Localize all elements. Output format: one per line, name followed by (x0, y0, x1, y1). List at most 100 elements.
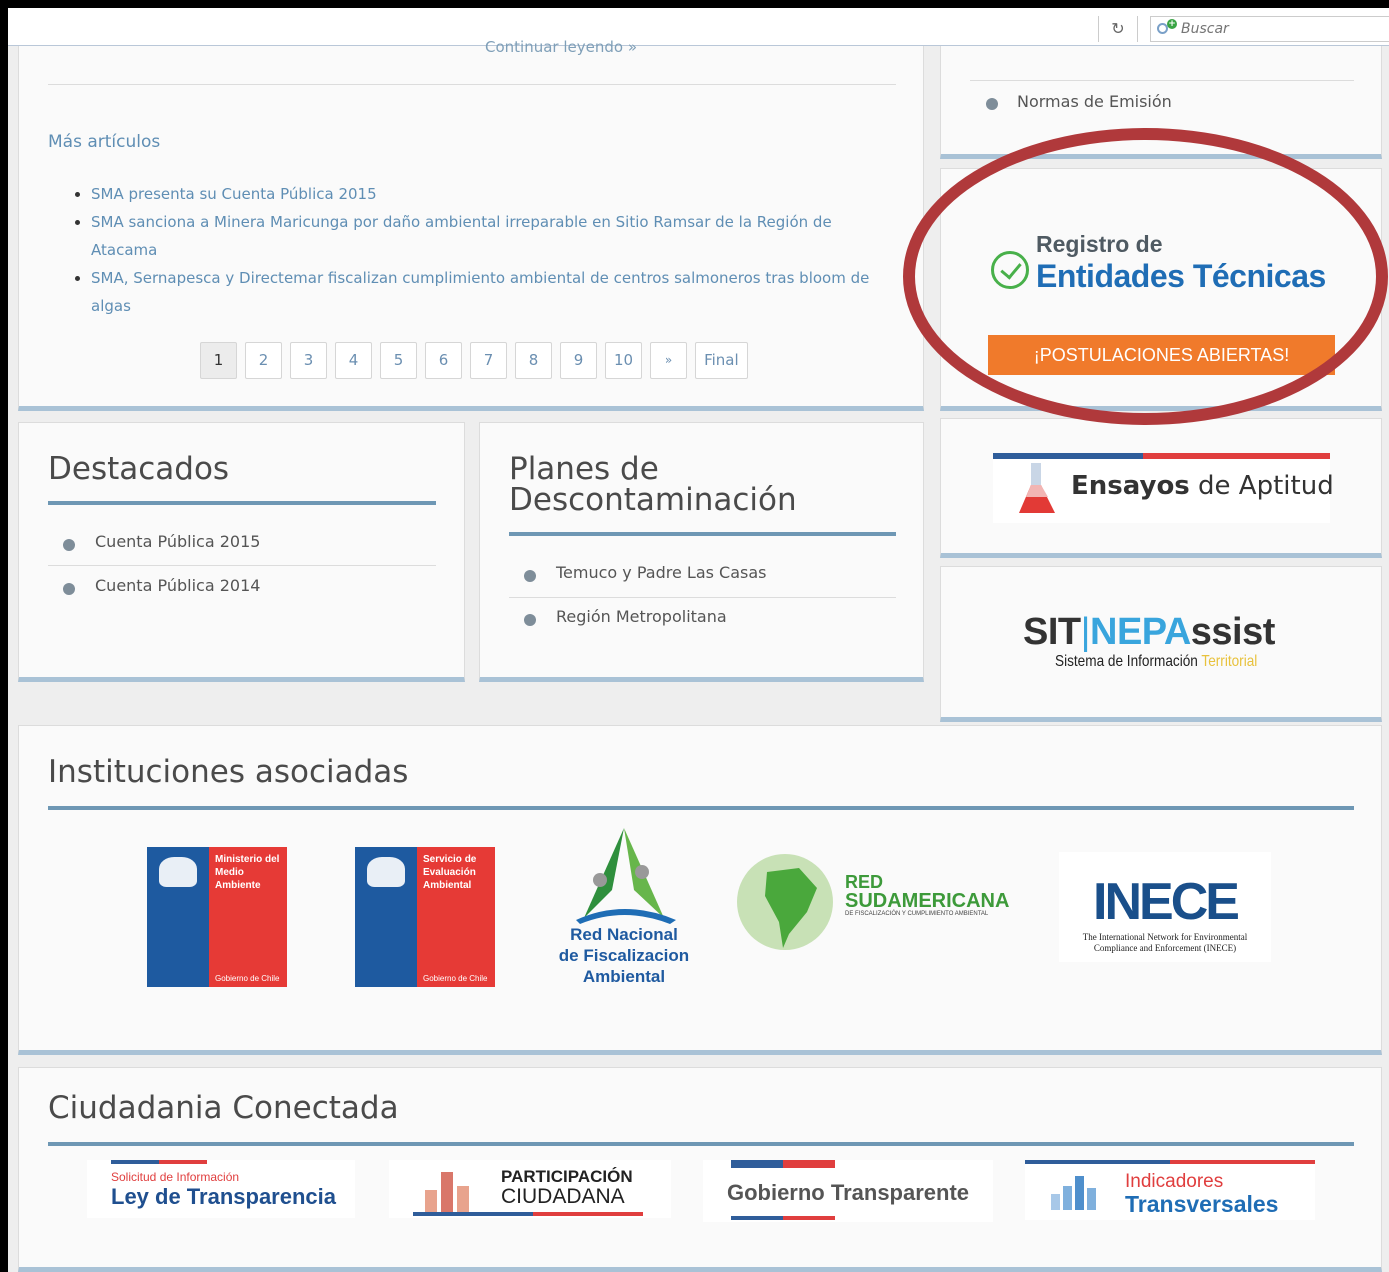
article-list: SMA presenta su Cuenta Pública 2015 SMA … (75, 180, 895, 320)
bullet-icon (63, 583, 75, 595)
sit-logo[interactable]: SIT|NEPAssist (1023, 611, 1275, 654)
bullet-icon (524, 570, 536, 582)
triangle-icon (576, 828, 676, 924)
inece-caption: The International Network for Environmen… (1082, 932, 1248, 953)
red-sudamericana-logo[interactable]: RED SUDAMERICANA DE FISCALIZACIÓN Y CUMP… (737, 852, 1027, 952)
sit-subtitle: Sistema de Información Territorial (1055, 653, 1257, 671)
reload-icon[interactable]: ↻ (1098, 16, 1138, 42)
indicadores-logo[interactable]: Indicadores Transversales (1025, 1160, 1315, 1220)
articles-panel: Continuar leyendo » Más artículos SMA pr… (18, 38, 924, 411)
participacion-logo[interactable]: PARTICIPACIÓN CIUDADANA (389, 1160, 671, 1218)
ley-big: Ley de Transparencia (111, 1184, 336, 1209)
mma-text: Ministerio del Medio Ambiente (215, 854, 280, 891)
sea-text: Servicio de Evaluación Ambiental (423, 854, 477, 891)
check-circle-icon (991, 251, 1029, 289)
divider (509, 597, 896, 598)
gobierno-text: Gobierno Transparente (726, 1180, 970, 1205)
section-title: Instituciones asociadas (48, 754, 409, 790)
panel-title: Destacados (48, 451, 230, 487)
bullet-icon (524, 614, 536, 626)
gov-text: Gobierno de Chile (215, 974, 280, 983)
registro-line1: Registro de (1036, 231, 1163, 257)
title-rule (509, 532, 896, 536)
divider (970, 80, 1354, 81)
crest-icon (367, 857, 405, 887)
search-icon: + (1157, 19, 1177, 38)
page-3-button[interactable]: 3 (290, 342, 327, 379)
page-4-button[interactable]: 4 (335, 342, 372, 379)
sit-separator: | (1080, 611, 1091, 653)
crest-icon (159, 857, 197, 887)
ssist-text: ssist (1190, 611, 1276, 653)
normas-link[interactable]: Normas de Emisión (1017, 92, 1172, 111)
next-page-button[interactable]: » (650, 342, 688, 379)
red-nacional-text: Red Nacional de Fiscalizacion Ambiental (558, 925, 690, 986)
gov-text: Gobierno de Chile (423, 974, 488, 983)
ley-small: Solicitud de Información (111, 1170, 240, 1184)
divider (48, 84, 896, 85)
flask-icon (1019, 463, 1055, 513)
article-link[interactable]: SMA, Sernapesca y Directemar fiscalizan … (75, 264, 895, 320)
bar-chart-icon (1051, 1176, 1096, 1210)
plan-link[interactable]: Temuco y Padre Las Casas (556, 563, 767, 582)
destacados-panel: Destacados Cuenta Pública 2015 Cuenta Pú… (18, 422, 465, 682)
registro-logo[interactable]: Registro de Entidades Técnicas (991, 231, 1336, 301)
browser-toolbar: ↻ + (8, 8, 1389, 46)
planes-panel: Planes de Descontaminación Temuco y Padr… (479, 422, 924, 682)
postulaciones-button[interactable]: ¡POSTULACIONES ABIERTAS! (988, 335, 1335, 375)
panel-title-line2: Descontaminación (509, 482, 797, 518)
ensayos-bold: Ensayos (1071, 471, 1190, 501)
instituciones-panel: Instituciones asociadas Ministerio del M… (18, 725, 1382, 1055)
flag-bar (1143, 453, 1330, 459)
destacado-link[interactable]: Cuenta Pública 2014 (95, 576, 260, 595)
page-2-button[interactable]: 2 (245, 342, 282, 379)
page-10-button[interactable]: 10 (605, 342, 643, 379)
destacado-link[interactable]: Cuenta Pública 2015 (95, 532, 260, 551)
continue-reading-link[interactable]: Continuar leyendo » (485, 38, 637, 56)
inece-wordmark: INECE (1093, 873, 1240, 931)
sea-logo[interactable]: Servicio de Evaluación Ambiental Gobiern… (355, 847, 495, 987)
ensayos-text: Ensayos de Aptitud (1071, 471, 1334, 501)
last-page-button[interactable]: Final (695, 342, 748, 379)
pagination: 1 2 3 4 5 6 7 8 9 10 » Final (200, 342, 748, 379)
red-nacional-logo[interactable]: Red Nacional de Fiscalizacion Ambiental (554, 828, 694, 993)
ley-transparencia-logo[interactable]: Solicitud de Información Ley de Transpar… (87, 1160, 355, 1218)
ensayos-logo[interactable]: Ensayos de Aptitud (993, 453, 1334, 523)
indicadores-text: Indicadores Transversales (1125, 1171, 1279, 1217)
registro-panel: Registro de Entidades Técnicas ¡POSTULAC… (940, 168, 1382, 411)
bullet-icon (63, 539, 75, 551)
flag-bar (993, 453, 1143, 459)
page-7-button[interactable]: 7 (470, 342, 507, 379)
south-america-icon (737, 854, 833, 950)
mma-logo[interactable]: Ministerio del Medio Ambiente Gobierno d… (147, 847, 287, 987)
title-rule (48, 501, 436, 505)
gobierno-transparente-logo[interactable]: Gobierno Transparente (703, 1160, 993, 1222)
inece-logo[interactable]: INECE The International Network for Envi… (1059, 852, 1271, 962)
more-articles-heading: Más artículos (48, 132, 161, 152)
section-title: Ciudadania Conectada (48, 1090, 399, 1126)
article-link[interactable]: SMA sanciona a Minera Maricunga por daño… (75, 208, 895, 264)
participacion-text: PARTICIPACIÓN CIUDADANA (501, 1167, 633, 1208)
red-sud-text: RED SUDAMERICANA DE FISCALIZACIÓN Y CUMP… (845, 872, 1010, 917)
article-link[interactable]: SMA presenta su Cuenta Pública 2015 (75, 180, 895, 208)
ensayos-panel: Ensayos de Aptitud (940, 418, 1382, 558)
search-input[interactable] (1181, 21, 1381, 37)
ciudadania-panel: Ciudadania Conectada Solicitud de Inform… (18, 1067, 1382, 1272)
divider (48, 565, 436, 566)
plan-link[interactable]: Región Metropolitana (556, 607, 727, 626)
page-5-button[interactable]: 5 (380, 342, 417, 379)
search-box[interactable]: + (1150, 16, 1389, 42)
registro-line2: Entidades Técnicas (1036, 258, 1326, 294)
page-1-button[interactable]: 1 (200, 342, 237, 379)
title-rule (48, 1142, 1354, 1146)
ensayos-rest: de Aptitud (1189, 471, 1334, 501)
bullet-icon (986, 98, 998, 110)
browser-frame: ↻ + Continuar leyendo » Más artículos SM… (8, 8, 1389, 1272)
sit-sub1: Sistema de Información (1055, 653, 1202, 670)
hands-icon (425, 1172, 469, 1212)
page-9-button[interactable]: 9 (560, 342, 597, 379)
title-rule (48, 806, 1354, 810)
sit-sub2: Territorial (1201, 653, 1258, 670)
page-8-button[interactable]: 8 (515, 342, 552, 379)
page-6-button[interactable]: 6 (425, 342, 462, 379)
